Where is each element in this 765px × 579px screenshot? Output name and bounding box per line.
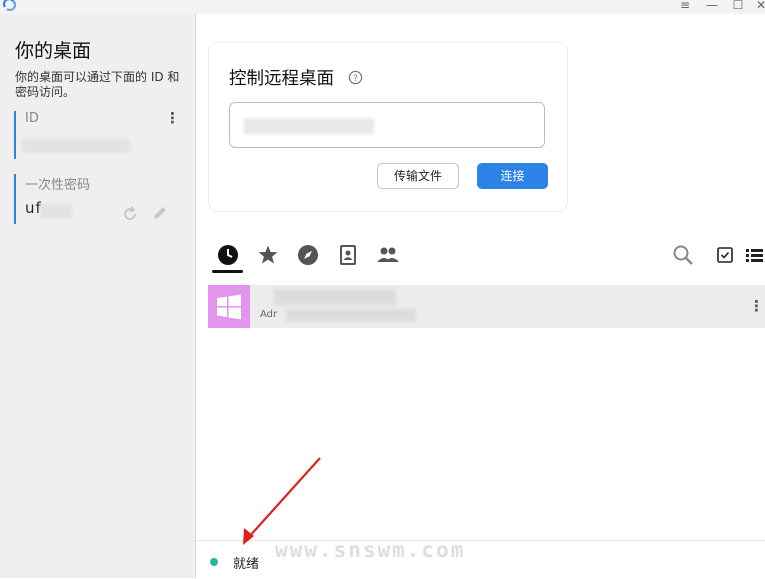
transfer-file-button[interactable]: 传输文件 — [377, 163, 459, 189]
connect-card-title: 控制远程桌面 — [229, 69, 334, 89]
id-redaction — [22, 139, 130, 153]
connect-button[interactable]: 连接 — [477, 163, 548, 189]
title-bar: ≡ — ☐ ✕ — [0, 0, 765, 14]
help-icon[interactable]: ? — [348, 70, 363, 85]
address-book-tab-icon[interactable] — [336, 243, 360, 267]
password-redaction — [40, 204, 72, 218]
peer-name-redaction — [274, 289, 396, 305]
sidebar-description: 你的桌面可以通过下面的 ID 和密码访问。 — [15, 70, 180, 99]
password-label: 一次性密码 — [25, 178, 91, 193]
recent-sessions-tab-icon[interactable] — [216, 243, 240, 267]
list-view-icon[interactable] — [742, 243, 765, 267]
close-icon[interactable]: ✕ — [752, 0, 765, 13]
active-tab-indicator — [212, 270, 243, 273]
peer-subtitle-redaction — [286, 309, 416, 321]
peer-list-item[interactable]: Adr ⋮ — [208, 285, 765, 328]
minimize-icon[interactable]: — — [703, 0, 721, 13]
refresh-password-icon[interactable] — [120, 204, 140, 224]
peer-subtitle: Adr — [260, 309, 278, 320]
status-indicator-dot — [210, 558, 218, 566]
group-tab-icon[interactable] — [376, 243, 400, 267]
rustdesk-logo-icon — [2, 0, 16, 11]
menu-icon[interactable]: ≡ — [676, 0, 694, 13]
peer-more-icon[interactable]: ⋮ — [749, 299, 764, 314]
remote-id-redaction — [244, 118, 374, 134]
edit-password-icon[interactable] — [150, 203, 170, 223]
maximize-icon[interactable]: ☐ — [729, 0, 747, 13]
select-checkbox-icon[interactable] — [713, 243, 737, 267]
id-field: ID — [14, 111, 185, 159]
sidebar-title: 你的桌面 — [15, 40, 92, 62]
sidebar: 你的桌面 你的桌面可以通过下面的 ID 和密码访问。 ID ⋮ 一次性密码 uf — [0, 14, 196, 578]
id-label: ID — [25, 111, 39, 126]
favorites-tab-icon[interactable] — [256, 243, 280, 267]
svg-text:?: ? — [353, 73, 357, 83]
status-text: 就绪 — [233, 557, 260, 572]
peer-thumbnail — [208, 285, 250, 328]
watermark: www.snswm.com — [275, 538, 466, 562]
connect-card: 控制远程桌面 ? 传输文件 连接 — [208, 42, 568, 212]
discovered-tab-icon[interactable] — [296, 243, 320, 267]
search-icon[interactable] — [671, 243, 695, 267]
windows-logo-icon — [217, 294, 241, 320]
id-more-icon[interactable]: ⋮ — [165, 111, 180, 126]
